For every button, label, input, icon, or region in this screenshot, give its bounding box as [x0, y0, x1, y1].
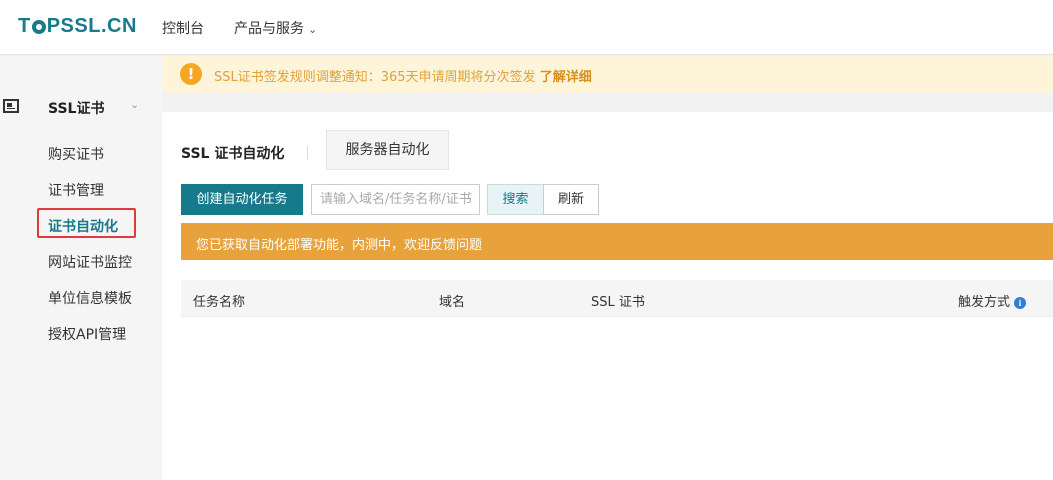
warning-icon: ! — [180, 63, 202, 85]
notice-text: SSL证书签发规则调整通知：365天申请周期将分次签发 了解详细 — [214, 66, 592, 85]
notice-link[interactable]: 了解详细 — [540, 70, 592, 85]
sidebar-item-api-management[interactable]: 授权API管理 — [48, 324, 126, 344]
sidebar-group-ssl[interactable]: SSL证书 ⌄ — [0, 94, 162, 124]
info-icon[interactable]: i — [1014, 297, 1027, 309]
tab-ssl-automation[interactable]: SSL 证书自动化 — [181, 143, 284, 163]
chevron-down-icon: ⌄ — [308, 23, 318, 36]
content-panel: SSL 证书自动化 服务器自动化 创建自动化任务 搜索 刷新 您已获取自动化部署… — [162, 112, 1053, 480]
beta-banner: 您已获取自动化部署功能，内测中，欢迎反馈问题 — [181, 223, 1053, 260]
tab-divider — [307, 146, 308, 160]
notice-message: SSL证书签发规则调整通知：365天申请周期将分次签发 — [214, 70, 536, 85]
notice-bar: ! SSL证书签发规则调整通知：365天申请周期将分次签发 了解详细 — [162, 56, 1053, 93]
logo-suffix: PSSL.CN — [46, 15, 137, 37]
nav-console[interactable]: 控制台 — [162, 18, 204, 38]
certificate-icon — [3, 99, 19, 113]
column-ssl-cert: SSL 证书 — [591, 295, 645, 310]
main-content: ! SSL证书签发规则调整通知：365天申请周期将分次签发 了解详细 SSL 证… — [162, 56, 1053, 480]
table-header: 任务名称 域名 SSL 证书 触发方式 i — [181, 280, 1053, 317]
sidebar-item-cert-management[interactable]: 证书管理 — [48, 180, 104, 200]
column-trigger-label: 触发方式 — [958, 295, 1011, 310]
column-domain: 域名 — [439, 295, 466, 310]
column-task-name: 任务名称 — [193, 295, 246, 310]
create-task-button[interactable]: 创建自动化任务 — [181, 184, 303, 215]
nav-console-label: 控制台 — [162, 21, 204, 37]
search-button[interactable]: 搜索 — [487, 184, 544, 215]
logo-prefix: T — [18, 15, 31, 37]
nav-products-label: 产品与服务 — [234, 21, 304, 37]
sidebar-item-org-template[interactable]: 单位信息模板 — [48, 288, 132, 308]
logo[interactable]: T PSSL.CN — [18, 15, 137, 38]
search-input[interactable] — [311, 184, 480, 215]
logo-dot-icon — [31, 19, 46, 34]
top-nav: T PSSL.CN 控制台 产品与服务 ⌄ — [0, 0, 1053, 55]
banner-text: 您已获取自动化部署功能，内测中，欢迎反馈问题 — [196, 238, 483, 253]
chevron-down-icon: ⌄ — [130, 98, 140, 111]
sidebar: SSL证书 ⌄ 购买证书 证书管理 证书自动化 网站证书监控 单位信息模板 授权… — [0, 56, 162, 480]
sidebar-item-site-monitor[interactable]: 网站证书监控 — [48, 252, 132, 272]
column-trigger: 触发方式 i — [958, 291, 1027, 310]
nav-products-services[interactable]: 产品与服务 ⌄ — [234, 18, 317, 38]
sidebar-item-cert-automation[interactable]: 证书自动化 — [48, 216, 118, 236]
tab-server-automation[interactable]: 服务器自动化 — [326, 130, 449, 170]
sidebar-group-title: SSL证书 — [48, 101, 105, 117]
sidebar-item-buy-cert[interactable]: 购买证书 — [48, 144, 104, 164]
refresh-button[interactable]: 刷新 — [543, 184, 599, 215]
